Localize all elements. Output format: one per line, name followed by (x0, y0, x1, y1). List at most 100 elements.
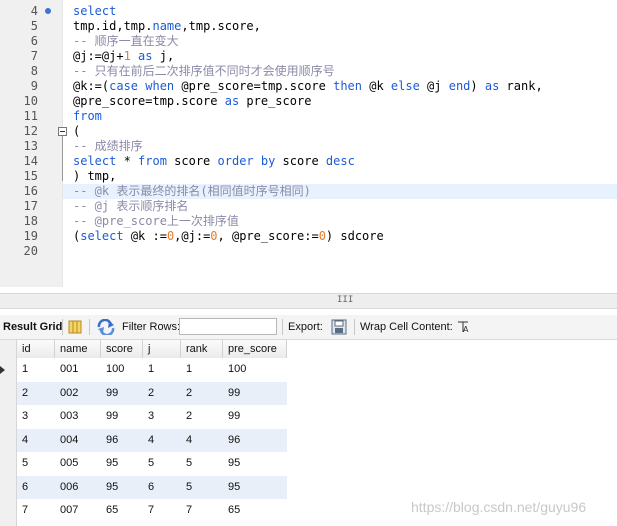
column-header-j[interactable]: j (143, 340, 181, 359)
table-cell[interactable]: 007 (55, 499, 101, 522)
table-cell[interactable]: 7 (17, 499, 55, 522)
sql-text: , @pre_score:= (217, 229, 319, 243)
code-line[interactable]: ( (73, 124, 80, 139)
table-cell[interactable]: 004 (55, 429, 101, 452)
sql-editor[interactable]: 4 5 6 7 8 9 10 11 12 13 14 15 16 17 18 19 20 select tmp.i… (0, 0, 617, 287)
sql-keyword: select (73, 154, 124, 168)
code-line[interactable]: @j:=@j+1 as j, (73, 49, 174, 64)
table-cell[interactable]: 001 (55, 358, 101, 381)
table-cell[interactable]: 2 (17, 382, 55, 405)
sql-text: @pre_score=tmp.score (73, 94, 225, 108)
table-cell[interactable]: 7 (143, 499, 181, 522)
table-cell[interactable]: 95 (101, 476, 143, 499)
table-cell[interactable]: 3 (143, 405, 181, 428)
code-line[interactable]: -- 成绩排序 (73, 139, 143, 154)
code-line[interactable]: @k:=(case when @pre_score=tmp.score then… (73, 79, 543, 94)
export-icon[interactable] (331, 319, 347, 335)
line-number: 8 (30, 64, 38, 78)
line-number: 5 (30, 19, 38, 33)
table-cell[interactable]: 005 (55, 452, 101, 475)
code-line[interactable]: select (73, 4, 116, 19)
table-cell[interactable]: 3 (17, 405, 55, 428)
code-line[interactable]: @pre_score=tmp.score as pre_score (73, 94, 311, 109)
sql-keyword: from (73, 109, 102, 123)
table-cell[interactable]: 100 (101, 358, 143, 381)
result-grid-tab[interactable]: Result Grid (3, 321, 62, 333)
sql-keyword: order by (217, 154, 283, 168)
code-line[interactable]: from (73, 109, 102, 124)
sql-comment: -- @j 表示顺序排名 (73, 199, 189, 213)
table-cell[interactable]: 2 (181, 382, 223, 405)
column-header-rank[interactable]: rank (181, 340, 223, 359)
table-cell[interactable]: 99 (101, 405, 143, 428)
table-cell[interactable]: 99 (223, 405, 287, 428)
table-cell[interactable]: 5 (181, 452, 223, 475)
table-cell[interactable]: 4 (143, 429, 181, 452)
horizontal-scrollbar[interactable]: III (0, 293, 617, 309)
table-cell[interactable]: 1 (181, 358, 223, 381)
table-cell[interactable]: 1 (143, 358, 181, 381)
code-line[interactable]: select * from score order by score desc (73, 154, 355, 169)
sql-keyword: else (390, 79, 428, 93)
sql-text: ,@j:= (174, 229, 211, 243)
code-line[interactable]: tmp.id,tmp.name,tmp.score, (73, 19, 261, 34)
sql-text: tmp.id,tmp. (73, 19, 153, 33)
code-line[interactable]: -- @j 表示顺序排名 (73, 199, 188, 214)
line-number: 18 (23, 214, 38, 228)
table-cell[interactable]: 4 (17, 429, 55, 452)
table-cell[interactable]: 95 (223, 476, 287, 499)
sql-keyword: desc (325, 154, 355, 168)
sql-number: 0 (210, 229, 218, 243)
table-cell[interactable]: 100 (223, 358, 287, 381)
sql-text: score (174, 154, 218, 168)
sql-keyword: end (448, 79, 471, 93)
table-cell[interactable]: 95 (223, 452, 287, 475)
table-cell[interactable]: 96 (223, 429, 287, 452)
code-line[interactable]: (select @k :=0,@j:=0, @pre_score:=0) sdc… (73, 229, 384, 244)
code-line[interactable]: -- 只有在前后二次排序值不同时才会使用顺序号 (73, 64, 335, 79)
table-cell[interactable]: 2 (181, 405, 223, 428)
toolbar-divider (89, 319, 90, 335)
table-cell[interactable]: 6 (143, 476, 181, 499)
table-cell[interactable]: 1 (17, 358, 55, 381)
line-number: 9 (30, 79, 38, 93)
column-header-score[interactable]: score (101, 340, 143, 359)
table-cell[interactable]: 5 (143, 452, 181, 475)
table-cell[interactable]: 002 (55, 382, 101, 405)
table-cell[interactable]: 2 (143, 382, 181, 405)
table-cell[interactable]: 65 (223, 499, 287, 522)
code-line[interactable]: -- @k 表示最终的排名(相同值时序号相同) (73, 184, 311, 199)
table-cell[interactable]: 99 (223, 382, 287, 405)
column-header-pre-score[interactable]: pre_score (223, 340, 287, 359)
table-cell[interactable]: 99 (101, 382, 143, 405)
table-cell[interactable]: 6 (17, 476, 55, 499)
column-header-name[interactable]: name (55, 340, 101, 359)
refresh-icon[interactable] (96, 319, 116, 335)
filter-rows-input[interactable] (179, 318, 277, 335)
table-cell[interactable]: 7 (181, 499, 223, 522)
result-toolbar: Result Grid Filter Rows: Export: Wrap Ce… (0, 315, 617, 340)
code-line[interactable]: -- @pre_score上一次排序值 (73, 214, 239, 229)
table-cell[interactable]: 003 (55, 405, 101, 428)
table-cell[interactable]: 95 (101, 452, 143, 475)
line-number: 4 (30, 4, 38, 18)
table-cell[interactable]: 4 (181, 429, 223, 452)
fold-toggle-icon[interactable] (58, 127, 67, 136)
wrap-text-icon[interactable]: A (456, 320, 470, 334)
table-cell[interactable]: 5 (17, 452, 55, 475)
line-number: 13 (23, 139, 38, 153)
table-cell[interactable]: 65 (101, 499, 143, 522)
table-cell[interactable]: 006 (55, 476, 101, 499)
statement-marker-icon[interactable] (45, 8, 51, 14)
grid-view-icon[interactable] (68, 320, 82, 334)
table-cell[interactable]: 96 (101, 429, 143, 452)
sql-text: rank, (506, 79, 543, 93)
table-cell[interactable]: 5 (181, 476, 223, 499)
column-header-id[interactable]: id (17, 340, 55, 359)
sql-text: @k (369, 79, 391, 93)
scrollbar-grip-icon[interactable]: III (337, 296, 353, 305)
line-number: 6 (30, 34, 38, 48)
toolbar-divider (282, 319, 283, 335)
code-line[interactable]: -- 顺序一直在变大 (73, 34, 179, 49)
code-line[interactable]: ) tmp, (73, 169, 116, 184)
